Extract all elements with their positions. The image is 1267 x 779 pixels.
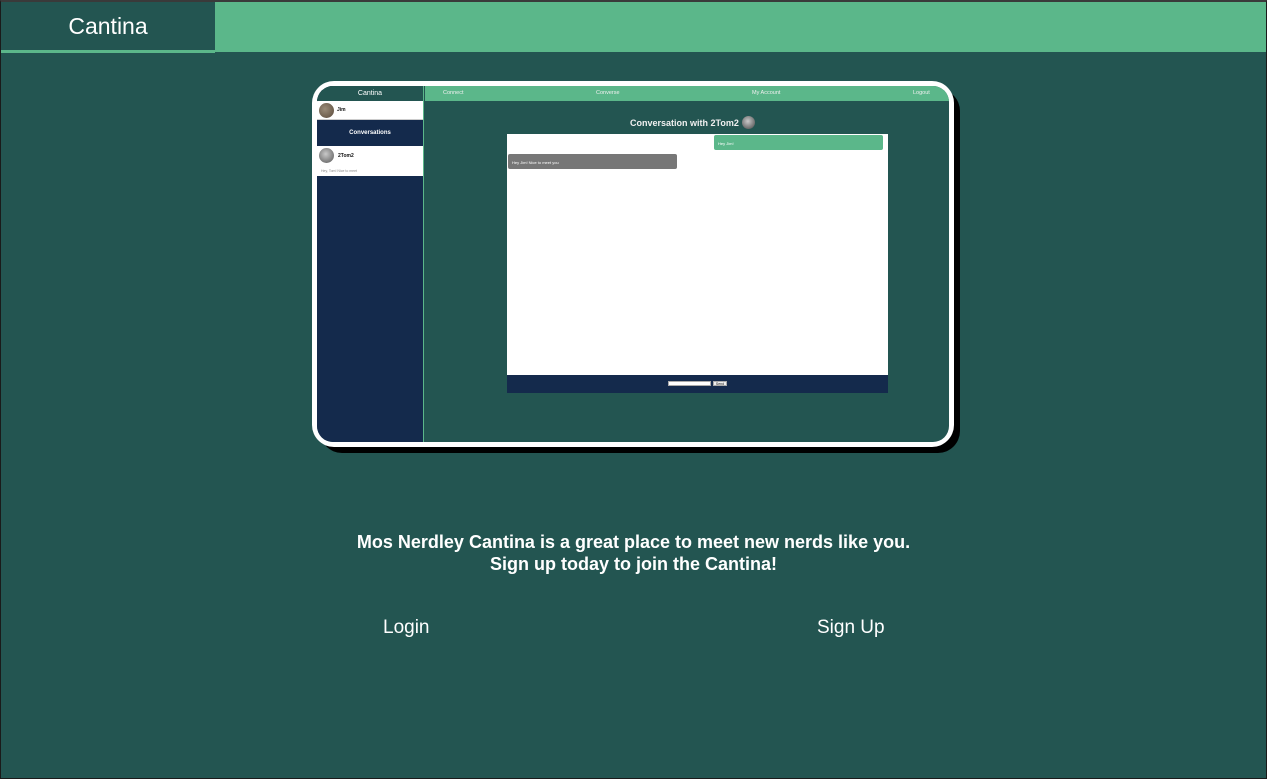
preview-chat-avatar <box>741 116 755 129</box>
preview-user-avatar <box>319 102 334 118</box>
preview-message-received: Hey Jim! Nice to meet you <box>508 154 677 169</box>
login-link[interactable]: Login <box>383 617 430 639</box>
preview-nav-logout: Logout <box>913 90 930 96</box>
preview-message-sent: Hey Jim! <box>714 135 883 150</box>
preview-conversation-item: 2Tom2 Hey, Tom! Nice to meet <box>317 146 423 176</box>
preview-conversation-snippet: Hey, Tom! Nice to meet <box>321 169 358 173</box>
preview-nav-my-account: My Account <box>752 90 781 96</box>
preview-user-row: Jim <box>317 101 423 120</box>
preview-user-name: Jim <box>337 107 346 113</box>
preview-chat-window: Hey Jim! Hey Jim! Nice to meet you <box>507 134 888 375</box>
tagline-line-2: Sign up today to join the Cantina! <box>490 554 777 574</box>
preview-send-button: Send <box>713 381 727 386</box>
preview-message-input <box>668 381 711 386</box>
tagline-line-1: Mos Nerdley Cantina is a great place to … <box>356 532 911 552</box>
preview-chat-footer: Send <box>507 375 888 393</box>
preview-conversation-name: 2Tom2 <box>338 152 354 159</box>
preview-navbar: Connect Converse My Account Logout <box>425 86 949 101</box>
preview-brand: Cantina <box>317 86 423 101</box>
preview-nav-converse: Converse <box>596 90 620 96</box>
preview-conversations-heading: Conversations <box>349 130 391 136</box>
preview-sidebar: Cantina Jim Conversations 2Tom2 Hey, Tom… <box>317 86 424 442</box>
preview-chat-title-text: Conversation with 2Tom2 <box>630 117 739 128</box>
app-preview-image: Cantina Jim Conversations 2Tom2 Hey, Tom… <box>312 81 954 447</box>
signup-link[interactable]: Sign Up <box>817 617 885 639</box>
preview-screen: Cantina Jim Conversations 2Tom2 Hey, Tom… <box>317 86 949 442</box>
preview-conversation-avatar <box>319 148 334 163</box>
tagline: Mos Nerdley Cantina is a great place to … <box>0 531 1267 575</box>
preview-nav-connect: Connect <box>443 90 464 96</box>
brand-link[interactable]: Cantina <box>1 2 215 53</box>
preview-chat-title: Conversation with 2Tom2 <box>630 116 755 129</box>
